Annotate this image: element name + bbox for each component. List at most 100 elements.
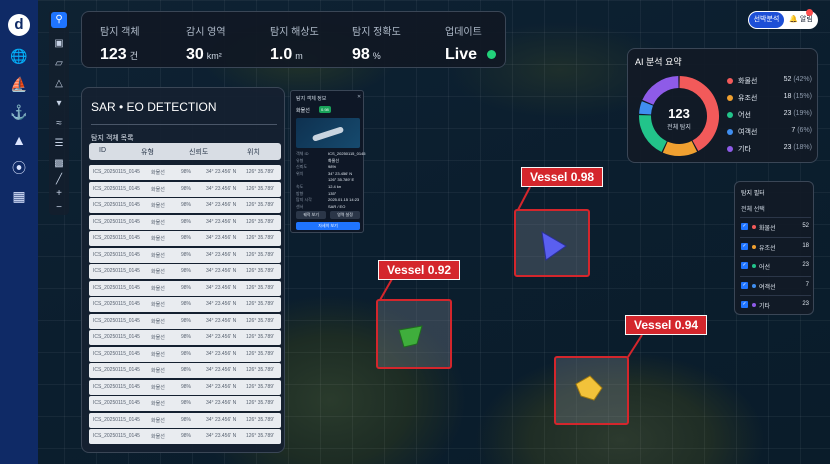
table-cell: ICS_20250115_0145 (93, 400, 140, 406)
table-cell: 34° 23.456' N (206, 169, 237, 175)
vessel-thumbnail (296, 118, 360, 148)
globe-icon[interactable]: 🌐 (9, 46, 29, 66)
table-row[interactable]: ICS_20250115_0145 화물선 98% 34° 23.456' N 126°… (89, 313, 281, 329)
stats-bar: 탐지 객체 123 건 감시 영역 30 km² 탐지 해상도 1.0 m 탐지 정확… (81, 11, 506, 68)
stat-label: 탐지 객체 (100, 27, 140, 38)
table-cell: ICS_20250115_0145 (93, 383, 140, 390)
table-cell: 화물선 (151, 236, 165, 242)
area-button[interactable]: 영역 설정 (330, 211, 360, 219)
table-row[interactable]: ICS_20250115_0145 화물선 98% 34° 23.456' N 126°… (89, 330, 281, 345)
ship-analysis-button[interactable]: 선박분석 (749, 12, 784, 28)
table-row[interactable]: ICS_20250115_0145 화물선 98% 34° 23.456' N 126°… (89, 346, 281, 362)
map-toolbar: ⚲ ▣ ▱ △ ▾ ≈ ☰ ▩ ╱ + − (49, 10, 69, 215)
checkbox-checked-icon[interactable]: ✓ (741, 301, 748, 308)
search-tool-icon[interactable]: ⚲ (51, 12, 67, 28)
popup-field-value: 화물선 (328, 157, 340, 163)
ai-summary-title: AI 분석 요약 (635, 57, 682, 67)
filter-name: 화물선 (759, 226, 776, 232)
detection-box[interactable] (554, 356, 629, 425)
table-cell: 34° 23.456' N (206, 367, 237, 373)
table-row[interactable]: ICS_20250115_0145 화물선 98% 34° 23.456' N 126°… (89, 363, 281, 378)
table-row[interactable]: ICS_20250115_0145 화물선 98% 34° 23.456' N 126°… (89, 181, 281, 197)
table-cell: 98% (181, 218, 192, 225)
table-cell: 126° 35.789' (246, 284, 274, 291)
ship-icon[interactable]: ⛵ (9, 74, 29, 94)
filter-dot-icon (752, 225, 756, 229)
table-cell: 126° 35.789' (246, 268, 274, 274)
table-row[interactable]: ICS_20250115_0145 화물선 98% 34° 23.456' N 126°… (89, 247, 281, 263)
select-all-label[interactable]: 전체 선택 (741, 204, 765, 213)
checkbox-checked-icon[interactable]: ✓ (741, 281, 748, 289)
table-row[interactable]: ICS_20250115_0145 화물선 98% 34° 23.456' N 126°… (89, 214, 281, 230)
anchor-icon[interactable]: ⚓ (9, 102, 29, 122)
filter-item[interactable]: ✓ 화물선 52 (740, 217, 811, 235)
legend-count: 7 (6%) (791, 127, 812, 134)
route-tool-icon[interactable]: ≈ (51, 116, 67, 132)
close-icon[interactable]: ✕ (357, 94, 361, 100)
legend-count: 18 (15%) (784, 93, 812, 100)
table-row[interactable]: ICS_20250115_0145 화물선 98% 34° 23.456' N 126°… (89, 396, 281, 411)
table-cell: 98% (181, 350, 192, 357)
table-cell: ICS_20250115_0145 (93, 202, 140, 208)
dashboard-icon[interactable]: ▦ (9, 186, 29, 206)
detection-box[interactable] (376, 299, 452, 369)
marker-tool-icon[interactable]: ▾ (51, 96, 67, 112)
column-header[interactable]: 신뢰도 (189, 147, 208, 157)
stat-value: Live (445, 46, 478, 63)
checkbox-checked-icon[interactable]: ✓ (741, 223, 748, 230)
table-cell: 98% (181, 334, 192, 340)
filter-item[interactable]: ✓ 기타 23 (740, 295, 811, 313)
legend-dot-icon (727, 129, 733, 135)
stack-tool-icon[interactable]: ☰ (51, 136, 67, 152)
track-button[interactable]: 궤적 보기 (296, 211, 326, 219)
filter-dot-icon (752, 244, 756, 249)
checkbox-checked-icon[interactable]: ✓ (741, 242, 748, 250)
table-cell: ICS_20250115_0145 (93, 218, 140, 225)
details-button[interactable]: 자세히 보기 (296, 222, 360, 230)
filter-item[interactable]: ✓ 여객선 7 (740, 275, 811, 294)
table-cell: 126° 35.789' (246, 334, 274, 340)
table-row[interactable]: ICS_20250115_0145 화물선 98% 34° 23.456' N 126°… (89, 198, 281, 213)
popup-field-value: 126° 35.789' E (328, 177, 355, 183)
area-tool-icon[interactable]: ▱ (51, 56, 67, 72)
table-cell: 98% (181, 251, 192, 258)
filter-item[interactable]: ✓ 유조선 18 (740, 236, 811, 255)
checkbox-checked-icon[interactable]: ✓ (741, 262, 748, 269)
table-cell: ICS_20250115_0145 (93, 284, 140, 291)
map-tool-icon[interactable]: ▩ (51, 156, 67, 172)
filter-dot-icon (752, 264, 756, 268)
table-row[interactable]: ICS_20250115_0145 화물선 98% 34° 23.456' N 126°… (89, 264, 281, 279)
filter-count: 23 (802, 301, 809, 307)
table-row[interactable]: ICS_20250115_0145 화물선 98% 34° 23.456' N 126°… (89, 165, 281, 180)
table-row[interactable]: ICS_20250115_0145 화물선 98% 34° 23.456' N 126°… (89, 412, 281, 428)
table-row[interactable]: ICS_20250115_0145 화물선 98% 34° 23.456' N 126°… (89, 429, 281, 444)
legend-count-value: 52 (783, 76, 792, 83)
zoom-out-icon[interactable]: − (51, 200, 67, 216)
table-row[interactable]: ICS_20250115_0145 화물선 98% 34° 23.456' N 126°… (89, 297, 281, 312)
polygon-tool-icon[interactable]: △ (51, 76, 67, 92)
table-cell: 126° 35.789' (246, 185, 274, 192)
column-header[interactable]: 위치 (247, 147, 260, 157)
detection-box[interactable] (514, 209, 590, 277)
table-row[interactable]: ICS_20250115_0145 화물선 98% 34° 23.456' N 126°… (89, 231, 281, 246)
radar-icon[interactable]: ⦿ (9, 158, 29, 178)
column-header[interactable]: ID (99, 147, 106, 154)
map-canvas[interactable]: d 🌐 ⛵ ⚓ ▲ ⦿ ▦ ⚲ ▣ ▱ △ ▾ ≈ ☰ ▩ ╱ + − 탐지 객… (0, 0, 830, 464)
app-logo[interactable]: d (8, 14, 30, 36)
buoy-icon[interactable]: ▲ (9, 130, 29, 150)
filter-item[interactable]: ✓ 어선 23 (740, 256, 811, 274)
table-cell: 126° 35.789' (246, 301, 274, 307)
layers-tool-icon[interactable]: ▣ (51, 36, 67, 52)
legend-dot-icon (727, 146, 733, 152)
legend-percent: (6%) (797, 127, 812, 134)
table-row[interactable]: ICS_20250115_0145 화물선 98% 34° 23.456' N 126°… (89, 379, 281, 395)
table-row[interactable]: ICS_20250115_0145 화물선 98% 34° 23.456' N 126°… (89, 280, 281, 296)
column-header[interactable]: 유형 (141, 147, 154, 157)
panel-divider (91, 124, 277, 125)
table-cell: 화물선 (151, 203, 165, 209)
table-cell: 98% (181, 383, 192, 390)
legend-count: 52 (42%) (784, 76, 812, 83)
table-cell: 98% (181, 400, 192, 406)
table-cell: 화물선 (151, 219, 165, 226)
detection-label: Vessel 0.94 (625, 315, 708, 335)
